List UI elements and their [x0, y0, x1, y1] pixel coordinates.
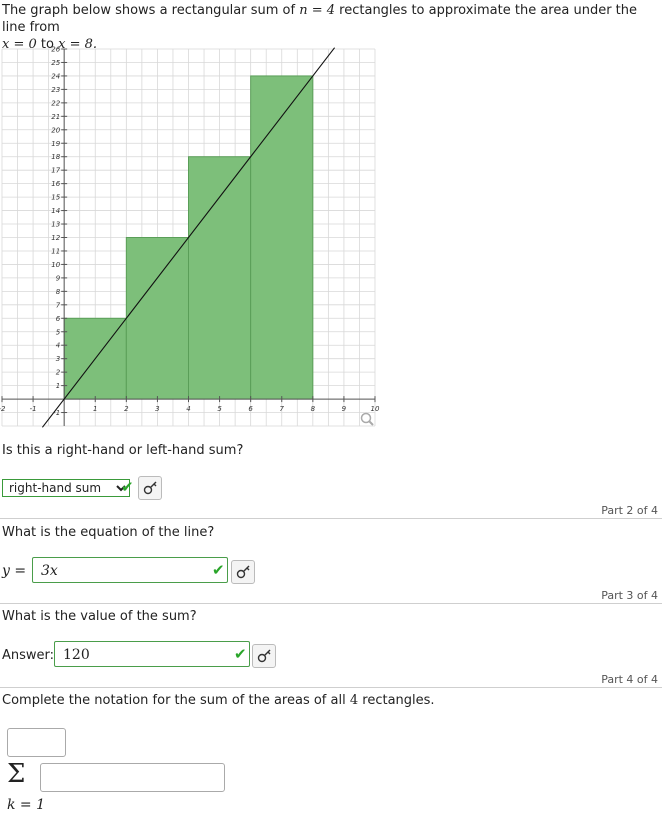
key-icon[interactable] [252, 644, 276, 668]
y-tick-label: 23 [51, 86, 60, 94]
y-tick-label: 12 [51, 234, 60, 242]
x-tick-label: 3 [155, 405, 159, 413]
x-tick-label: 10 [371, 405, 380, 413]
check-icon: ✔ [121, 478, 134, 496]
y-tick-label: 22 [51, 99, 60, 107]
check-icon: ✔ [234, 645, 247, 663]
x-tick-label: -2 [0, 405, 6, 413]
answer-label: Answer: [2, 648, 55, 663]
y-tick-label: 18 [51, 153, 60, 161]
question-4-part-a: Complete the notation for the sum of the… [2, 693, 346, 708]
y-tick-label: 25 [51, 59, 60, 67]
part-3-label: Part 3 of 4 [601, 589, 658, 602]
x-tick-label: 8 [311, 405, 316, 413]
equation-input[interactable]: 3x [32, 557, 228, 583]
separator [0, 518, 662, 519]
y-tick-label: 6 [56, 315, 61, 323]
y-tick-label: 10 [51, 261, 60, 269]
y-tick-label: 13 [51, 221, 60, 229]
y-tick-label: 8 [56, 288, 61, 296]
question-3: What is the value of the sum? [2, 609, 197, 624]
y-tick-label: 21 [51, 113, 60, 121]
y-tick-label: 19 [51, 140, 60, 148]
question-2: What is the equation of the line? [2, 525, 215, 540]
y-tick-label: 3 [56, 355, 60, 363]
x-tick-label: 1 [93, 405, 97, 413]
y-tick-label: 7 [56, 301, 61, 309]
y-tick-label: 16 [51, 180, 60, 188]
y-tick-label: 20 [51, 126, 60, 134]
question-4-part-b: rectangles. [362, 693, 435, 708]
sigma-symbol: Σ [7, 759, 26, 789]
summand-input[interactable] [40, 763, 225, 792]
x-tick-label: 6 [248, 405, 253, 413]
x-tick-label: -1 [30, 405, 37, 413]
y-tick-label: 14 [51, 207, 60, 215]
magnifier-icon[interactable] [360, 412, 374, 426]
key-icon[interactable] [231, 560, 255, 584]
y-tick-label: 11 [51, 247, 60, 255]
y-tick-label: -1 [53, 409, 60, 417]
x-tick-label: 7 [280, 405, 285, 413]
rectangle-3 [188, 156, 252, 400]
y-tick-label: 4 [56, 342, 60, 350]
x-tick-label: 2 [124, 405, 129, 413]
y-tick-label: 17 [51, 167, 60, 175]
x-tick-label: 5 [217, 405, 222, 413]
n-expression: n = 4 [299, 3, 336, 18]
y-tick-label: 26 [51, 46, 60, 54]
separator [0, 687, 662, 688]
y-tick-label: 5 [56, 328, 61, 336]
y-tick-label: 2 [56, 369, 61, 377]
y-tick-label: 24 [51, 72, 60, 80]
lower-index: k = 1 [7, 797, 46, 813]
intro-part-a: The graph below shows a rectangular sum … [2, 3, 296, 18]
rectangle-count: 4 [349, 693, 359, 708]
part-2-label: Part 2 of 4 [601, 504, 658, 517]
riemann-sum-graph: -2-112345678910-112345678910111213141516… [0, 46, 380, 428]
sum-type-select[interactable]: right-hand sum [2, 479, 130, 497]
sum-value-input[interactable]: 120 [54, 641, 250, 667]
part-4-label: Part 4 of 4 [601, 673, 658, 686]
separator [0, 603, 662, 604]
x-tick-label: 9 [342, 405, 347, 413]
y-tick-label: 9 [56, 274, 61, 282]
x-tick-label: 4 [186, 405, 190, 413]
question-1: Is this a right-hand or left-hand sum? [2, 443, 244, 458]
question-4: Complete the notation for the sum of the… [2, 693, 435, 708]
rectangle-4 [250, 75, 314, 400]
y-equals-label: y = [2, 563, 27, 579]
upper-limit-input[interactable] [7, 728, 66, 757]
key-icon[interactable] [138, 476, 162, 500]
rectangle-2 [125, 237, 190, 400]
check-icon: ✔ [212, 561, 225, 579]
y-tick-label: 1 [56, 382, 60, 390]
y-tick-label: 15 [51, 194, 60, 202]
